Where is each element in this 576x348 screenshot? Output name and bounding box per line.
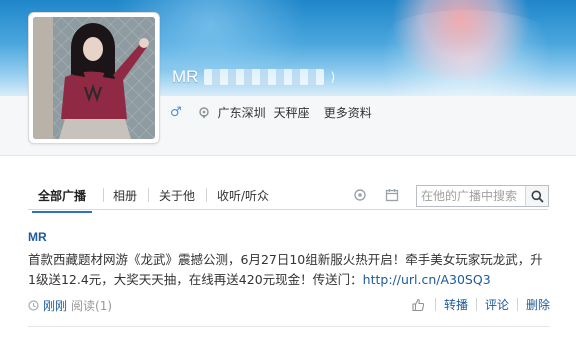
avatar[interactable] — [28, 12, 160, 144]
more-info-link[interactable]: 更多资料 — [324, 104, 372, 121]
post-link[interactable]: http://url.cn/A30SQ3 — [363, 272, 491, 287]
comment-button[interactable]: 评论 — [485, 296, 509, 313]
pin-icon — [198, 106, 209, 118]
calendar-icon[interactable] — [385, 188, 399, 202]
broadcast-post: MR 首款西藏题材网游《龙武》震撼公测，6月27日10组新服火热开启！牵手美女玩… — [28, 230, 550, 290]
tab-bar: 全部广播 相册 关于他 收听/听众 — [28, 184, 549, 213]
profile-name-row: MR ) — [172, 67, 335, 87]
tab-listening[interactable]: 收听/听众 — [217, 187, 269, 204]
search-button[interactable] — [525, 186, 548, 206]
redacted-handle — [204, 69, 325, 85]
search-icon — [531, 190, 544, 203]
constellation-link[interactable]: 天秤座 — [274, 104, 310, 121]
post-reads: 阅读(1) — [71, 299, 113, 313]
profile-meta: ♂ 广东深圳 天秤座 更多资料 — [170, 104, 372, 121]
search-box — [416, 185, 549, 207]
thumbs-up-icon[interactable] — [411, 298, 425, 312]
profile-name: MR — [172, 67, 199, 86]
tab-album[interactable]: 相册 — [113, 187, 137, 204]
post-content: 首款西藏题材网游《龙武》震撼公测，6月27日10组新服火热开启！牵手美女玩家玩龙… — [28, 250, 550, 290]
search-input[interactable] — [417, 186, 525, 206]
filter-icon[interactable] — [353, 188, 367, 202]
handle-suffix: ) — [330, 70, 336, 84]
male-icon: ♂ — [170, 105, 182, 120]
post-footer: 刚刚 阅读(1) 转播 评论 删除 — [28, 295, 550, 317]
post-meta: 刚刚 阅读(1) — [28, 297, 112, 314]
avatar-image — [33, 17, 155, 139]
post-author[interactable]: MR — [28, 230, 550, 244]
repost-button[interactable]: 转播 — [444, 296, 468, 313]
clock-icon — [28, 300, 39, 311]
post-time[interactable]: 刚刚 — [43, 297, 67, 314]
delete-button[interactable]: 删除 — [526, 296, 550, 313]
post-actions: 转播 评论 删除 — [411, 296, 550, 313]
tab-about-him[interactable]: 关于他 — [159, 187, 195, 204]
tab-all-broadcasts[interactable]: 全部广播 — [31, 187, 93, 213]
location-link[interactable]: 广东深圳 — [218, 104, 266, 121]
post-divider — [28, 326, 550, 327]
